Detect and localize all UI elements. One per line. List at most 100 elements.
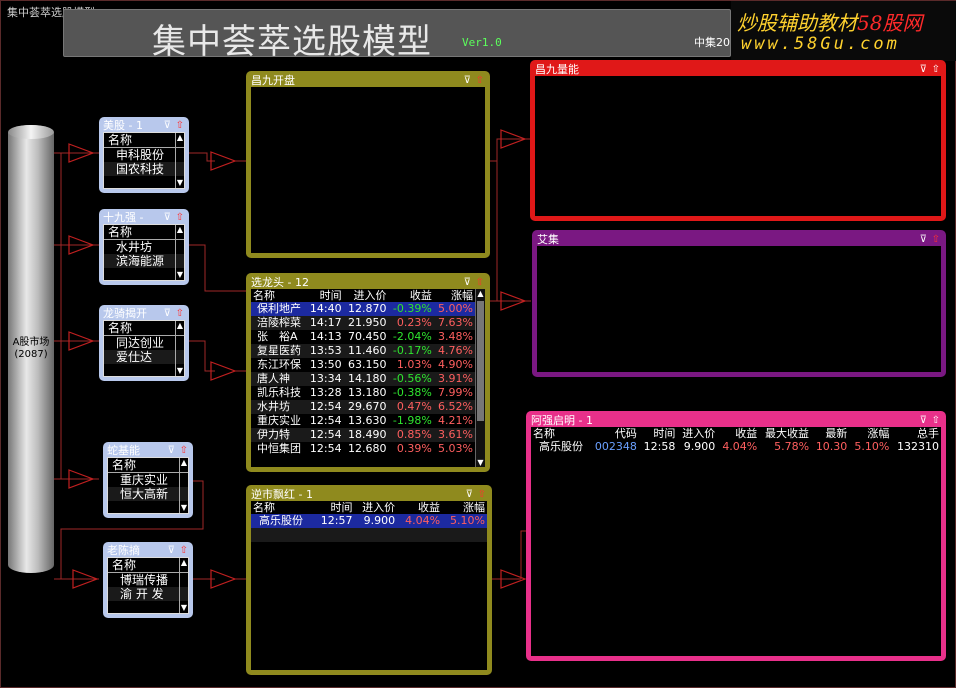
table-row[interactable]: 中恒集团 12:54 12.680 0.39% 5.03%: [251, 442, 475, 456]
dropdown-icon[interactable]: ⊽: [464, 74, 471, 87]
table-row[interactable]: 复星医药 13:53 11.460 -0.17% 4.76%: [251, 344, 475, 358]
dropdown-icon[interactable]: ⊽: [920, 233, 927, 246]
table-row[interactable]: 伊力特 12:54 18.490 0.85% 3.61%: [251, 428, 475, 442]
list-item[interactable]: 水井坊: [104, 240, 184, 254]
dropdown-icon[interactable]: ⊽: [168, 544, 175, 557]
list-item[interactable]: 渝 开 发: [108, 587, 188, 601]
panel-changjiu-volume[interactable]: 昌九量能 ⊽ ⇧: [530, 60, 946, 221]
up-arrow-icon[interactable]: ⇧: [176, 307, 184, 320]
market-database-icon[interactable]: A股市场 (2087): [8, 125, 54, 573]
list-item[interactable]: 同达创业: [104, 336, 184, 350]
table-row[interactable]: 重庆实业 12:54 13.630 -1.98% 4.21%: [251, 414, 475, 428]
stock-time: 13:50: [309, 358, 342, 371]
panel-title: 昌九开盘: [251, 74, 295, 87]
up-arrow-icon[interactable]: ⇧: [932, 233, 940, 246]
panel-title: 昌九量能: [535, 63, 579, 76]
panel-dragon[interactable]: 选龙头 - 12 ⊽ ⇧ 名称 时间 进入价 收益 涨幅 保利地产 14:40 12.8…: [246, 273, 490, 472]
stock-name: 张 裕A: [257, 330, 298, 343]
column-header[interactable]: 收益: [397, 501, 442, 514]
up-arrow-icon[interactable]: ⇧: [478, 488, 486, 501]
list-item[interactable]: 重庆实业: [108, 473, 188, 487]
table-row[interactable]: 唐人神 13:34 14.180 -0.56% 3.91%: [251, 372, 475, 386]
column-header[interactable]: 时间: [313, 501, 354, 514]
stock-entry-price: 14.180: [343, 372, 389, 386]
table-row[interactable]: 保利地产 14:40 12.870 -0.39% 5.00%: [251, 302, 475, 316]
stock-name: 高乐股份: [539, 440, 583, 453]
scrollbar[interactable]: ▲ ▼: [175, 225, 184, 280]
column-header[interactable]: 涨幅: [849, 427, 891, 440]
dropdown-icon[interactable]: ⊽: [466, 488, 473, 501]
table-row[interactable]: 水井坊 12:54 29.670 0.47% 6.52%: [251, 400, 475, 414]
scrollbar[interactable]: ▲ ▼: [475, 289, 485, 467]
dropdown-icon[interactable]: ⊽: [164, 307, 171, 320]
up-arrow-icon[interactable]: ⇧: [180, 544, 188, 557]
dropdown-icon[interactable]: ⊽: [920, 63, 927, 76]
list-item[interactable]: 国农科技: [104, 162, 184, 176]
table-row[interactable]: 高乐股份 12:57 9.900 4.04% 5.10%: [251, 514, 487, 528]
table-row[interactable]: 张 裕A 14:13 70.450 -2.04% 3.48%: [251, 330, 475, 344]
column-header[interactable]: 总手: [891, 427, 941, 440]
column-header[interactable]: 名称: [531, 427, 589, 440]
column-header[interactable]: 涨幅: [434, 289, 475, 302]
stock-return: -0.17%: [388, 344, 434, 358]
dropdown-icon[interactable]: ⊽: [920, 414, 927, 427]
column-header[interactable]: 最大收益: [759, 427, 811, 440]
column-header[interactable]: 名称: [251, 501, 313, 514]
column-header[interactable]: 时间: [639, 427, 678, 440]
panel-aixing[interactable]: 艾集 ⊽ ⇧: [532, 230, 946, 377]
stock-return: 0.39%: [396, 442, 432, 455]
up-arrow-icon[interactable]: ⇧: [176, 211, 184, 224]
column-header[interactable]: 收益: [389, 289, 434, 302]
up-arrow-icon[interactable]: ⇧: [176, 119, 184, 132]
stock-return: 0.85%: [388, 428, 434, 442]
column-header[interactable]: 进入价: [344, 289, 389, 302]
panel-reverse[interactable]: 逆市飘红 - 1 ⊽ ⇧ 名称 时间 进入价 收益 涨幅 高乐股份 12:57 9.…: [246, 485, 492, 675]
list-item[interactable]: 爱仕达: [104, 350, 184, 364]
filter-box-5[interactable]: 老陈摘 ⊽ ⇧ 名称 博瑞传播 渝 开 发 ▲ ▼: [103, 542, 193, 618]
table-row[interactable]: 涪陵榨菜 14:17 21.950 0.23% 7.63%: [251, 316, 475, 330]
panel-changjiu-open[interactable]: 昌九开盘 ⊽ ⇧: [246, 71, 490, 258]
table-row[interactable]: 东江环保 13:50 63.150 1.03% 4.90%: [251, 358, 475, 372]
scrollbar[interactable]: ▲ ▼: [175, 321, 184, 376]
column-header[interactable]: 涨幅: [442, 501, 487, 514]
filter-box-3[interactable]: 龙骑揭开 ⊽ ⇧ 名称 同达创业 爱仕达 ▲ ▼: [99, 305, 189, 381]
list-item[interactable]: 申科股份: [104, 148, 184, 162]
filter-box-4[interactable]: 蛇基能 ⊽ ⇧ 名称 重庆实业 恒大高新 ▲ ▼: [103, 442, 193, 518]
filter-box-title: 美股 - 1: [103, 119, 143, 132]
dropdown-icon[interactable]: ⊽: [464, 276, 471, 289]
up-arrow-icon[interactable]: ⇧: [932, 414, 940, 427]
stock-table: 名称 时间 进入价 收益 涨幅 高乐股份 12:57 9.900 4.04% 5…: [251, 501, 487, 542]
list-item[interactable]: 恒大高新: [108, 487, 188, 501]
dropdown-icon[interactable]: ⊽: [164, 119, 171, 132]
column-header[interactable]: 名称: [251, 289, 306, 302]
scrollbar[interactable]: ▲ ▼: [179, 558, 188, 613]
list-item[interactable]: 滨海能源: [104, 254, 184, 268]
up-arrow-icon[interactable]: ⇧: [476, 276, 484, 289]
panel-aqiang[interactable]: 阿强启明 - 1 ⊽ ⇧ 名称 代码 时间 进入价 收益 最大收益 最新 涨幅 总手…: [526, 411, 946, 661]
column-header[interactable]: 收益: [717, 427, 759, 440]
column-header[interactable]: 最新: [811, 427, 849, 440]
up-arrow-icon[interactable]: ⇧: [476, 74, 484, 87]
up-arrow-icon[interactable]: ⇧: [180, 444, 188, 457]
dropdown-icon[interactable]: ⊽: [164, 211, 171, 224]
scrollbar[interactable]: ▲ ▼: [179, 458, 188, 513]
filter-box-1[interactable]: 美股 - 1 ⊽ ⇧ 名称 申科股份 国农科技 ▲ ▼: [99, 117, 189, 193]
dropdown-icon[interactable]: ⊽: [168, 444, 175, 457]
column-header[interactable]: 时间: [306, 289, 344, 302]
table-row[interactable]: 凯乐科技 13:28 13.180 -0.38% 7.99%: [251, 386, 475, 400]
column-header[interactable]: 代码: [589, 427, 639, 440]
filter-box-title: 老陈摘: [107, 544, 140, 557]
stock-entry-price: 18.490: [343, 428, 389, 442]
table-row[interactable]: 高乐股份 002348 12:58 9.900 4.04% 5.78% 10.3…: [531, 440, 941, 454]
stock-change: 4.21%: [438, 414, 473, 427]
scrollbar-thumb[interactable]: [477, 301, 484, 421]
stock-return: -0.39%: [388, 302, 434, 316]
filter-box-2[interactable]: 十九强 - ⊽ ⇧ 名称 水井坊 滨海能源 ▲ ▼: [99, 209, 189, 285]
column-header[interactable]: 进入价: [677, 427, 717, 440]
scrollbar[interactable]: ▲ ▼: [175, 133, 184, 188]
column-header[interactable]: 进入价: [354, 501, 397, 514]
stock-return: 4.04%: [397, 514, 443, 528]
list-item[interactable]: 博瑞传播: [108, 573, 188, 587]
stock-return: 4.04%: [722, 440, 758, 453]
up-arrow-icon[interactable]: ⇧: [932, 63, 940, 76]
